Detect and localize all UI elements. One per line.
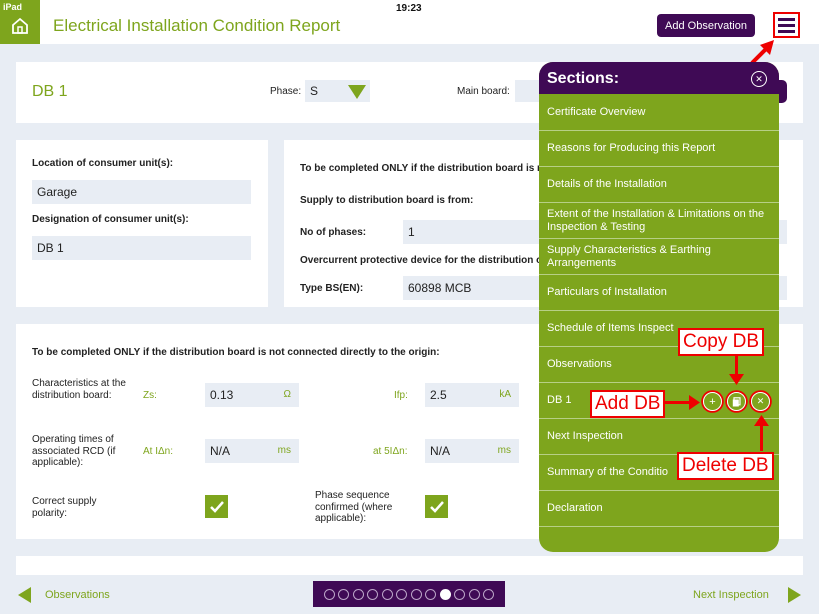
zs-label: Zs: xyxy=(143,390,157,401)
section-item[interactable]: Extent of the Installation & Limitations… xyxy=(539,203,779,239)
at-5idn-label: at 5IΔn: xyxy=(373,446,408,457)
annotation-arrow xyxy=(735,354,738,376)
section-item[interactable]: Details of the Installation xyxy=(539,167,779,203)
phases-label: No of phases: xyxy=(300,227,367,238)
delete-db-button[interactable]: ✕ xyxy=(751,392,770,411)
designation-label: Designation of consumer unit(s): xyxy=(32,214,189,225)
at-5idn-input[interactable]: N/A ms xyxy=(425,439,519,463)
designation-input[interactable]: DB 1 xyxy=(32,236,251,260)
type-label: Type BS(EN): xyxy=(300,283,364,294)
menu-icon-bar xyxy=(778,29,795,33)
annotation-copy-db: Copy DB xyxy=(678,328,765,356)
polarity-checkbox[interactable] xyxy=(205,495,228,518)
page-dot[interactable] xyxy=(338,588,350,600)
section-item[interactable]: Certificate Overview xyxy=(539,95,779,131)
prev-section-link[interactable]: Observations xyxy=(45,589,110,601)
at-idn-value: N/A xyxy=(210,444,231,458)
supply-from-label: Supply to distribution board is from: xyxy=(300,195,474,206)
next-section-link[interactable]: Next Inspection xyxy=(693,589,769,601)
close-icon[interactable]: ✕ xyxy=(751,71,767,87)
section-item[interactable]: Reasons for Producing this Report xyxy=(539,131,779,167)
polarity-label: Correct supply polarity: xyxy=(32,496,97,519)
ocpd-label: Overcurrent protective device for the di… xyxy=(300,255,542,266)
annotation-arrowhead xyxy=(729,374,744,385)
plus-icon: + xyxy=(709,395,716,408)
phase-sequence-label: Phase sequence confirmed (where applicab… xyxy=(315,490,393,524)
ifp-value: 2.5 xyxy=(430,388,447,402)
home-icon[interactable] xyxy=(11,17,29,35)
status-time: 19:23 xyxy=(396,3,422,14)
phase-label: Phase: xyxy=(270,86,302,97)
section-item[interactable]: Supply Characteristics & Earthing Arrang… xyxy=(539,239,779,275)
ifp-input[interactable]: 2.5 kA xyxy=(425,383,519,407)
at-idn-input[interactable]: N/A ms xyxy=(205,439,299,463)
copy-icon xyxy=(732,396,741,406)
checkmark-icon xyxy=(429,500,444,513)
menu-icon-bar xyxy=(778,23,795,27)
db-title: DB 1 xyxy=(32,83,68,100)
at-5idn-unit: ms xyxy=(497,445,511,456)
add-observation-button[interactable]: Add Observation xyxy=(657,14,755,37)
zs-input[interactable]: 0.13 Ω xyxy=(205,383,299,407)
supply-note: To be completed ONLY if the distribution… xyxy=(300,163,544,174)
status-carrier: iPad xyxy=(3,2,23,12)
page-dot[interactable] xyxy=(381,588,393,600)
annotation-arrowhead xyxy=(689,395,700,410)
page-dot[interactable] xyxy=(468,588,480,600)
zs-unit: Ω xyxy=(283,389,291,400)
annotation-arrow xyxy=(665,401,691,404)
page-dot[interactable] xyxy=(483,588,495,600)
section-item[interactable]: Next Inspection xyxy=(539,419,779,455)
dropdown-triangle-icon[interactable] xyxy=(348,85,366,99)
page-indicator xyxy=(313,581,505,607)
at-5idn-value: N/A xyxy=(430,444,451,458)
at-idn-unit: ms xyxy=(277,445,291,456)
page-dot[interactable] xyxy=(396,588,408,600)
copy-db-button[interactable] xyxy=(727,392,746,411)
sections-panel-title: Sections: xyxy=(547,70,620,87)
section-item[interactable]: Declaration xyxy=(539,491,779,527)
main-board-label: Main board: xyxy=(457,86,510,97)
page-dot[interactable] xyxy=(439,588,451,600)
menu-button[interactable] xyxy=(773,12,800,38)
rcd-label: Operating times of associated RCD (if ap… xyxy=(32,434,116,468)
ifp-unit: kA xyxy=(499,389,511,400)
at-idn-label: At IΔn: xyxy=(143,446,174,457)
next-arrow-icon[interactable] xyxy=(788,587,801,603)
add-db-button[interactable]: + xyxy=(703,392,722,411)
annotation-add-db: Add DB xyxy=(590,390,666,418)
x-icon: ✕ xyxy=(756,396,765,406)
phase-sequence-checkbox[interactable] xyxy=(425,495,448,518)
zs-value: 0.13 xyxy=(210,388,234,402)
page-dot[interactable] xyxy=(367,588,379,600)
page-dot[interactable] xyxy=(425,588,437,600)
section-item[interactable]: Particulars of Installation xyxy=(539,275,779,311)
app-title: Electrical Installation Condition Report xyxy=(53,16,341,35)
checkmark-icon xyxy=(209,500,224,513)
characteristics-label: Characteristics at the distribution boar… xyxy=(32,378,126,401)
location-label: Location of consumer unit(s): xyxy=(32,158,174,169)
annotation-arrow xyxy=(760,425,763,451)
page-dot[interactable] xyxy=(352,588,364,600)
page-dot[interactable] xyxy=(410,588,422,600)
next-card xyxy=(16,556,803,575)
menu-icon xyxy=(778,17,795,21)
annotation-delete-db: Delete DB xyxy=(677,452,774,480)
ifp-label: Ifp: xyxy=(394,390,408,401)
prev-arrow-icon[interactable] xyxy=(18,587,31,603)
location-input[interactable]: Garage xyxy=(32,180,251,204)
origin-note: To be completed ONLY if the distribution… xyxy=(32,347,440,358)
page-dot[interactable] xyxy=(454,588,466,600)
page-dot[interactable] xyxy=(323,588,335,600)
